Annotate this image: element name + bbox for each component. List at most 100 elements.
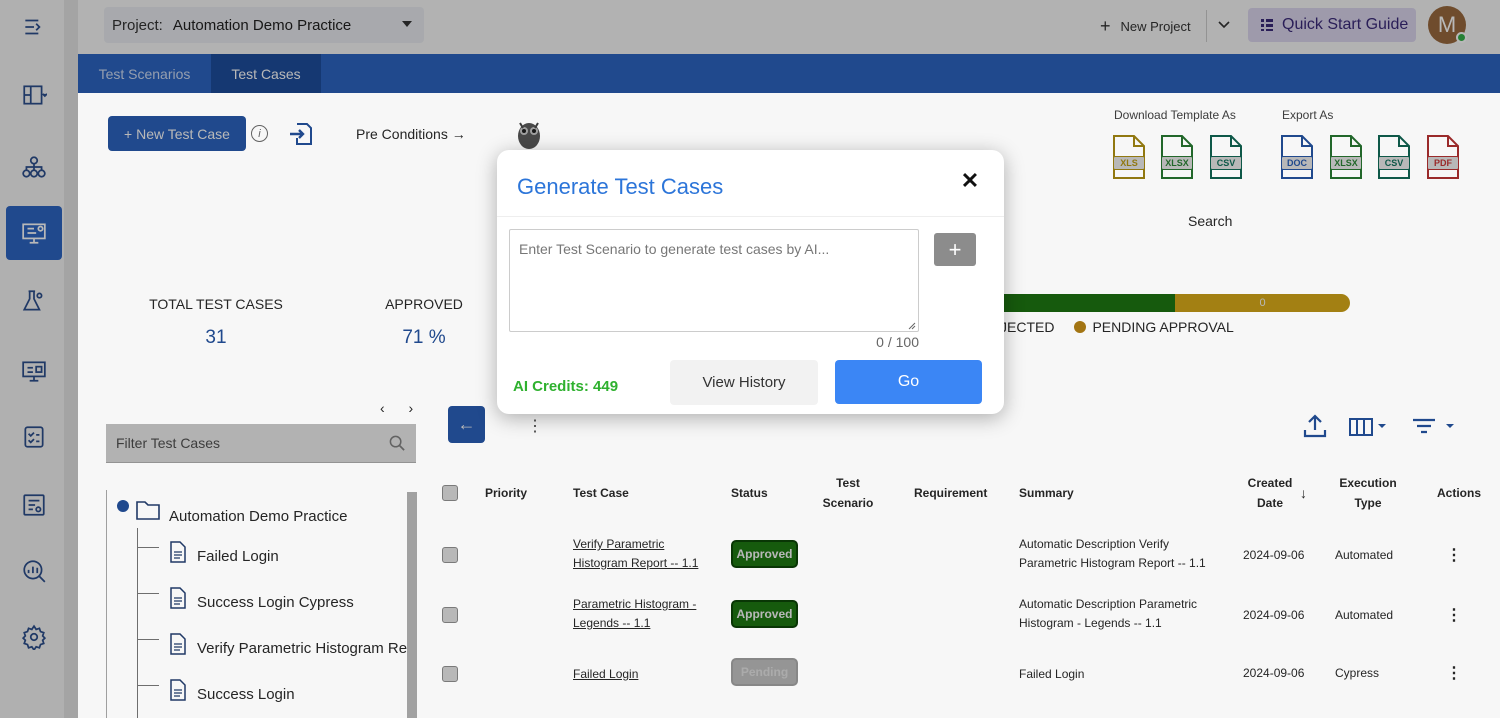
- row-actions-icon[interactable]: ⋮: [1443, 545, 1465, 565]
- row-actions-icon[interactable]: ⋮: [1443, 663, 1465, 683]
- row-checkbox[interactable]: [442, 547, 458, 563]
- close-icon[interactable]: ✕: [959, 168, 981, 193]
- tree-item[interactable]: Success Login: [197, 686, 295, 703]
- monitor-settings-icon[interactable]: [6, 344, 62, 398]
- chevron-down-icon[interactable]: [1214, 14, 1234, 34]
- document-icon: [170, 587, 186, 609]
- col-status[interactable]: Status: [731, 470, 768, 516]
- user-avatar[interactable]: M: [1428, 6, 1467, 44]
- pdf-label: PDF: [1427, 156, 1459, 170]
- tree-scrollbar[interactable]: [407, 492, 417, 718]
- col-created-date[interactable]: Created Date: [1246, 470, 1294, 516]
- pending-dot: [1074, 321, 1087, 333]
- analytics-search-icon[interactable]: [6, 544, 62, 598]
- col-test-scenario[interactable]: Test Scenario: [820, 470, 876, 516]
- sort-arrow-icon[interactable]: ↓: [1300, 470, 1307, 516]
- status-progress-bar: 0: [990, 294, 1350, 312]
- approved-segment: [990, 294, 1175, 312]
- execution-type: Automated: [1335, 548, 1394, 562]
- csv-label: CSV: [1378, 156, 1410, 170]
- new-project-button[interactable]: + New Project: [1100, 16, 1191, 37]
- resize-grip-icon[interactable]: [908, 322, 916, 330]
- col-test-case[interactable]: Test Case: [573, 470, 629, 516]
- pre-conditions-link[interactable]: Pre Conditions →: [356, 126, 466, 142]
- approved-value: 71 %: [402, 327, 446, 348]
- table-row[interactable]: Failed Login Pending Failed Login 2024-0…: [438, 645, 1500, 705]
- test-cases-monitor-icon[interactable]: [6, 206, 62, 260]
- export-pdf-icon[interactable]: PDF: [1422, 132, 1464, 180]
- sidebar: [0, 0, 78, 718]
- tree-pager-arrows[interactable]: ‹ ›: [380, 400, 423, 416]
- filter-test-cases-input[interactable]: Filter Test Cases: [106, 424, 416, 463]
- legend-rejected: JECTED: [1000, 319, 1055, 335]
- caret-down-icon: [402, 21, 412, 27]
- view-history-button[interactable]: View History: [670, 360, 818, 405]
- report-icon[interactable]: [6, 478, 62, 532]
- approved-label: APPROVED: [385, 296, 463, 312]
- back-arrow-button[interactable]: ←: [448, 406, 485, 443]
- top-bar: Project: Automation Demo Practice + New …: [78, 0, 1500, 54]
- execution-type: Cypress: [1335, 666, 1380, 680]
- row-checkbox[interactable]: [442, 666, 458, 682]
- hierarchy-icon[interactable]: [6, 140, 62, 194]
- test-case-link[interactable]: Parametric Histogram - Legends -- 1.1: [573, 595, 696, 633]
- divider: [1206, 10, 1207, 42]
- export-doc-icon[interactable]: DOC: [1276, 132, 1318, 180]
- info-icon[interactable]: i: [251, 125, 268, 142]
- divider: [497, 216, 1004, 217]
- more-options-icon[interactable]: ⋮: [527, 416, 543, 436]
- download-xlsx-icon[interactable]: XLSX: [1156, 132, 1198, 180]
- columns-icon[interactable]: [1348, 412, 1392, 440]
- legend-pending: PENDING APPROVAL: [1092, 319, 1234, 335]
- filter-icon[interactable]: [1410, 412, 1456, 440]
- plus-icon: +: [1100, 16, 1111, 36]
- export-csv-icon[interactable]: CSV: [1373, 132, 1415, 180]
- sidebar-scrollbar[interactable]: [64, 0, 78, 718]
- download-xls-icon[interactable]: XLS: [1108, 132, 1150, 180]
- tree-connector: [137, 547, 159, 548]
- tab-test-scenarios[interactable]: Test Scenarios: [78, 54, 211, 93]
- select-all-checkbox[interactable]: [442, 485, 458, 501]
- quick-start-guide-button[interactable]: Quick Start Guide: [1248, 8, 1416, 42]
- test-case-link[interactable]: Verify Parametric Histogram Report -- 1.1: [573, 535, 698, 573]
- avatar-initial: M: [1437, 12, 1457, 37]
- document-icon: [170, 633, 186, 655]
- layout-icon[interactable]: [6, 68, 62, 122]
- status-badge: Approved: [731, 600, 798, 628]
- ai-credits-label: AI Credits: 449: [513, 378, 619, 395]
- col-execution-type[interactable]: Execution Type: [1336, 470, 1400, 516]
- upload-icon[interactable]: [1301, 412, 1329, 440]
- execution-type: Automated: [1335, 608, 1394, 622]
- project-label: Project:: [112, 16, 163, 34]
- test-scenario-input[interactable]: [509, 229, 919, 332]
- tree-root-label[interactable]: Automation Demo Practice: [169, 508, 347, 525]
- col-summary[interactable]: Summary: [1019, 470, 1074, 516]
- go-button[interactable]: Go: [835, 360, 982, 404]
- row-checkbox[interactable]: [442, 607, 458, 623]
- collapse-toggle[interactable]: [117, 500, 129, 512]
- checklist-icon[interactable]: [6, 410, 62, 464]
- tree-item[interactable]: Failed Login: [197, 548, 279, 565]
- lab-flask-icon[interactable]: [6, 274, 62, 328]
- tab-test-cases[interactable]: Test Cases: [211, 54, 321, 93]
- col-requirement[interactable]: Requirement: [914, 470, 987, 516]
- status-legend: JECTED PENDING APPROVAL: [1000, 319, 1234, 335]
- add-scenario-button[interactable]: +: [934, 233, 976, 266]
- owl-mascot-icon: [518, 122, 540, 149]
- document-icon: [170, 541, 186, 563]
- import-file-icon[interactable]: [287, 120, 315, 148]
- tree-item[interactable]: Verify Parametric Histogram Repo: [197, 640, 407, 657]
- export-xlsx-icon[interactable]: XLSX: [1325, 132, 1367, 180]
- expand-menu-icon[interactable]: [6, 0, 62, 54]
- table-row[interactable]: Parametric Histogram - Legends -- 1.1 App…: [438, 585, 1500, 645]
- search-label: Search: [1188, 213, 1233, 229]
- settings-gear-icon[interactable]: [6, 610, 62, 664]
- tree-item[interactable]: Success Login Cypress: [197, 594, 354, 611]
- new-test-case-button[interactable]: + New Test Case: [108, 116, 246, 151]
- download-csv-icon[interactable]: CSV: [1205, 132, 1247, 180]
- test-case-link[interactable]: Failed Login: [573, 665, 638, 684]
- project-select[interactable]: Project: Automation Demo Practice: [104, 7, 424, 43]
- table-row[interactable]: Verify Parametric Histogram Report -- 1.1…: [438, 525, 1500, 585]
- col-priority[interactable]: Priority: [485, 470, 527, 516]
- row-actions-icon[interactable]: ⋮: [1443, 605, 1465, 625]
